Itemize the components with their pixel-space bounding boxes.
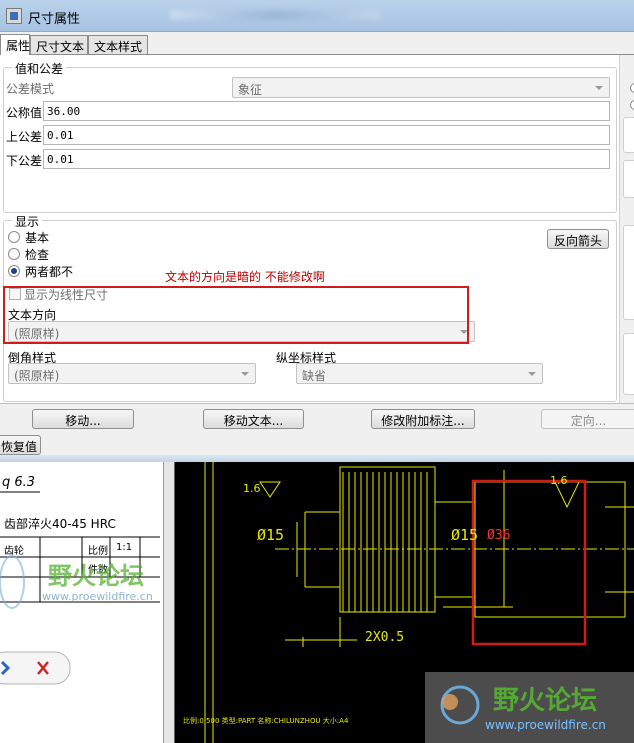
scale-label-cell: 比例 [88,546,108,557]
chevron-down-icon [528,372,536,376]
scale-value-cell: 1:1 [116,542,133,553]
lower-tolerance-field[interactable]: 0.01 [43,149,610,169]
cad-status-line: 比例:0.500 类型:PART 名称:CHILUNZHOU 大小:A4 [183,717,349,725]
blurred-title-ghost [170,10,380,20]
cad-watermark-url: www.proewildfire.cn [485,718,606,732]
cad-dim-phi36: Ø36 [487,528,511,543]
title-bar: 尺寸属性 [0,0,634,32]
radio-inspect[interactable] [8,248,20,260]
move-text-button[interactable]: 移动文本... [203,409,304,429]
pane-splitter[interactable] [163,462,175,743]
properties-panel: 值和公差 公差模式 象征 公称值 36.00 上公差 0.01 下公差 0.01… [0,55,619,403]
tab-dimension-text[interactable]: 尺寸文本 [30,35,88,55]
clipped-radio-1[interactable] [630,83,634,93]
reverse-arrow-button[interactable]: 反向箭头 [547,229,609,249]
red-highlight-box [3,286,469,344]
clipped-group-2 [623,333,634,395]
cad-roughness-1: 1.6 [243,482,261,495]
upper-tolerance-label: 上公差 [6,130,43,144]
part-name-cell: 齿轮 [4,546,24,557]
drawing-sheet-preview: q 6.3 齿部淬火40-45 HRC 齿轮 比例 1:1 件数 野火论坛 ww… [0,462,168,743]
tab-properties[interactable]: 属性 [0,34,30,55]
cad-dim-phi15-right: Ø15 [451,526,479,544]
tolerance-mode-select[interactable]: 象征 [232,77,610,98]
move-button[interactable]: 移动... [32,409,134,429]
radio-basic-label: 基本 [25,231,50,245]
tolerance-mode-label: 公差模式 [6,82,55,96]
clipped-radio-2[interactable] [630,100,634,110]
watermark-url: www.proewildfire.cn [42,590,153,603]
nominal-value-field[interactable]: 36.00 [43,101,610,121]
clipped-group [623,225,634,320]
roughness-symbol-text: q 6.3 [2,475,36,490]
clipped-field-2[interactable] [623,160,634,198]
orient-button[interactable]: 定向... [541,409,634,429]
cad-watermark-text: 野火论坛 [493,686,598,716]
cad-roughness-2: 1.6 [550,474,568,487]
tab-text-style[interactable]: 文本样式 [88,35,148,55]
app-icon [6,8,22,24]
heat-treatment-note: 齿部淬火40-45 HRC [4,517,116,531]
nominal-label: 公称值 [6,106,43,120]
display-title: 显示 [12,213,43,230]
chevron-down-icon [241,372,249,376]
upper-tolerance-field[interactable]: 0.01 [43,125,610,145]
button-separator [0,403,634,404]
radio-neither-label: 两者都不 [25,265,74,279]
edit-attached-note-button[interactable]: 修改附加标注... [371,409,475,429]
tolerance-mode-value: 象征 [238,83,263,97]
watermark-text: 野火论坛 [48,562,144,590]
radio-inspect-label: 检查 [25,248,50,262]
ordinate-style-value: 缺省 [302,369,327,383]
cad-dim-chamfer: 2X0.5 [365,630,405,645]
clipped-field-1[interactable] [623,117,634,153]
background-window-edge [0,455,634,462]
lower-tolerance-label: 下公差 [6,154,43,168]
radio-basic[interactable] [8,231,20,243]
restore-values-button[interactable]: 恢复值 [0,435,41,455]
chamfer-style-select[interactable]: (照原样) [8,363,256,384]
red-annotation-text: 文本的方向是暗的 不能修改啊 [165,270,325,284]
window-title: 尺寸属性 [28,12,81,27]
cad-drawing-viewport: Ø15 Ø15 Ø36 2X0.5 1.6 1.6 野火论坛 www.proew… [175,462,634,743]
ordinate-style-select[interactable]: 缺省 [296,363,543,384]
cad-dim-phi15-left: Ø15 [257,526,285,544]
value-tolerance-title: 值和公差 [12,60,67,77]
chevron-down-icon [595,86,603,90]
radio-neither[interactable] [8,265,20,277]
chamfer-style-value: (照原样) [14,369,60,383]
